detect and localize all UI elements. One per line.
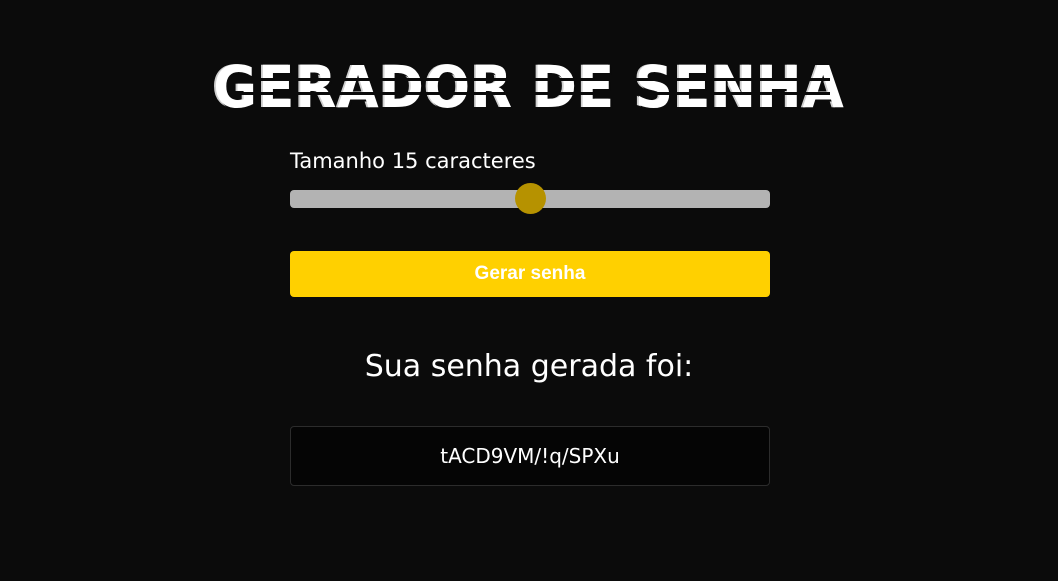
result-label: Sua senha gerada foi: — [364, 349, 694, 384]
page-title: GERADOR DE SENHA — [213, 53, 845, 121]
length-label: Tamanho 15 caracteres — [290, 149, 536, 173]
generate-password-button[interactable]: Gerar senha — [290, 251, 770, 297]
length-slider-thumb[interactable] — [514, 183, 546, 214]
generated-password-text: tACD9VM/!q/SPXu — [440, 444, 620, 468]
title-glitch-line — [230, 78, 830, 81]
title-glitch-line — [230, 92, 830, 95]
generated-password-box[interactable]: tACD9VM/!q/SPXu — [290, 426, 770, 486]
password-generator-page: GERADOR DE SENHA Tamanho 15 caracteres G… — [0, 0, 1058, 581]
